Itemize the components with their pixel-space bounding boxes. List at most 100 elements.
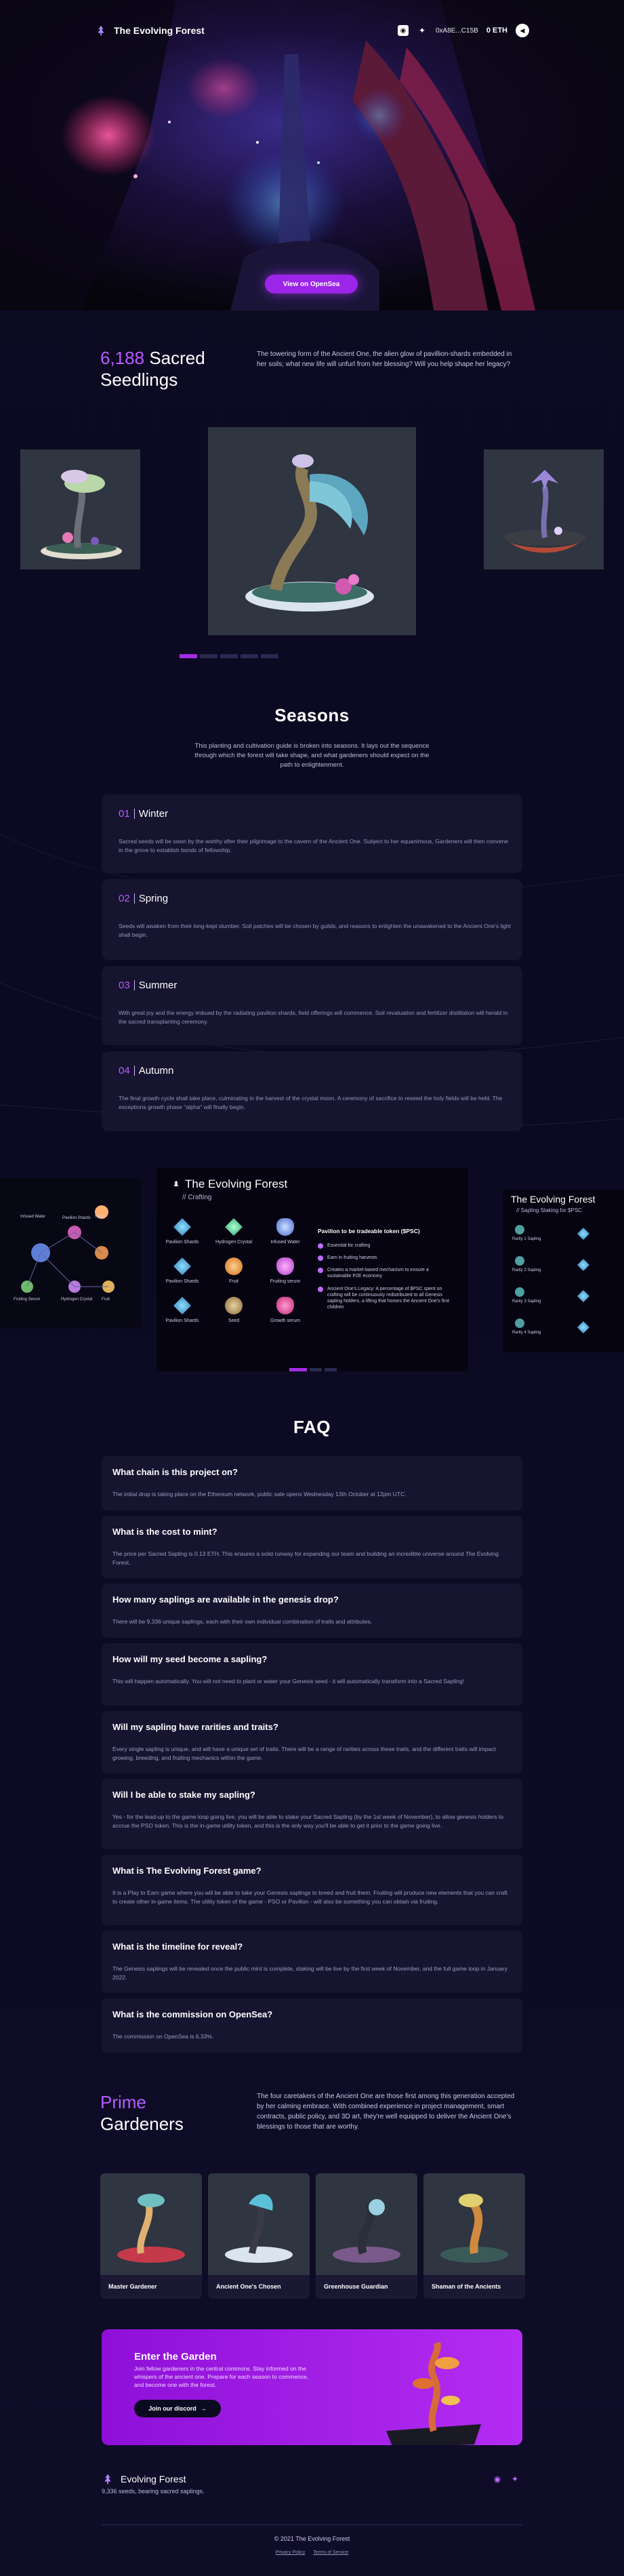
- carousel-dot[interactable]: [220, 654, 238, 658]
- season-text: Seeds will awaken from their long-kept s…: [119, 923, 512, 938]
- enter-title: Enter the Garden: [134, 2351, 217, 2362]
- ingredient: Hydrogen Crystal: [213, 1218, 254, 1245]
- gardener-card[interactable]: Greenhouse Guardian: [316, 2173, 417, 2299]
- staking-row: Rarity 4 Sapling: [512, 1319, 541, 1335]
- crafting-rules-title: Pavilion to be tradeable token ($PSC): [318, 1228, 420, 1234]
- hero: The Evolving Forest ◉ ✦ 0xA8E...C15B 0 E…: [0, 0, 624, 310]
- faq-question: What chain is this project on?: [112, 1467, 238, 1477]
- gardener-image: [316, 2173, 417, 2275]
- forest-logo-icon: [173, 1180, 179, 1186]
- gardener-image: [100, 2173, 202, 2275]
- crafting-left-label: Seed: [95, 1215, 105, 1219]
- faq-question: How many saplings are available in the g…: [112, 1594, 339, 1605]
- plant-illustration: [386, 2341, 481, 2445]
- season-number: 03: [119, 980, 130, 991]
- crafting-diagram: [21, 1205, 115, 1293]
- terms-of-service-link[interactable]: Terms of Service: [313, 2550, 348, 2555]
- seedlings-description: The towering form of the Ancient One, th…: [257, 350, 512, 368]
- gardener-name: Greenhouse Guardian: [324, 2283, 388, 2290]
- plant-art: [41, 470, 122, 559]
- faq-item[interactable]: How will my seed become a sapling? This w…: [102, 1643, 522, 1706]
- seasons-subtitle: This planting and cultivation guide is b…: [194, 742, 430, 769]
- gardener-image: [423, 2173, 525, 2275]
- crafting-slide-next[interactable]: The Evolving Forest // Sapling Staking f…: [503, 1190, 624, 1352]
- view-on-opensea-button[interactable]: View on OpenSea: [265, 275, 358, 294]
- faq-item[interactable]: Will I be able to stake my sapling? Yes -…: [102, 1779, 522, 1849]
- gardener-name: Master Gardener: [108, 2283, 157, 2290]
- forest-logo-icon: [98, 25, 104, 36]
- season-name: Winter: [138, 808, 169, 820]
- top-actions: ◉ ✦ 0xA8E...C15B 0 ETH ◀: [398, 24, 529, 37]
- seedling-image-center[interactable]: [208, 427, 416, 635]
- faq-item[interactable]: Will my sapling have rarities and traits…: [102, 1711, 522, 1773]
- audio-toggle-icon[interactable]: ◀: [516, 24, 529, 37]
- footer-tagline: 9,336 seeds, bearing sacred saplings.: [102, 2488, 205, 2495]
- seedlings-title-rest: Sacred: [149, 348, 205, 368]
- seedling-carousel-dots: [180, 654, 278, 658]
- privacy-policy-link[interactable]: Privacy Policy: [276, 2550, 306, 2555]
- crafting-left-label: Fruit: [102, 1297, 110, 1302]
- wallet-address[interactable]: 0xA8E...C15B: [436, 27, 478, 35]
- faq-answer: Every single sapling is unique, and will…: [112, 1746, 496, 1761]
- faq-item[interactable]: What is The Evolving Forest game? It is a…: [102, 1855, 522, 1925]
- discord-icon[interactable]: ◉: [398, 25, 409, 36]
- seedlings-title: 6,188 Sacred Seedlings: [100, 347, 205, 390]
- gardener-card[interactable]: Ancient One's Chosen: [208, 2173, 310, 2299]
- twitter-icon[interactable]: ✦: [509, 2474, 520, 2484]
- crafting-left-label: Infused Water: [20, 1215, 46, 1219]
- staking-row: Rarity 2 Sapling: [512, 1256, 541, 1272]
- crafting-left-label: Hydrogen Crystal: [61, 1297, 93, 1302]
- gardener-image: [208, 2173, 310, 2275]
- season-number: 04: [119, 1065, 130, 1076]
- carousel-dot[interactable]: [180, 654, 197, 658]
- seedling-image-right[interactable]: [484, 449, 604, 569]
- footer-links: Privacy Policy Terms of Service: [0, 2550, 624, 2555]
- faq-item[interactable]: How many saplings are available in the g…: [102, 1584, 522, 1638]
- ingredient: Growth serum: [265, 1297, 306, 1323]
- carousel-dot[interactable]: [200, 654, 217, 658]
- forest-logo-icon: [104, 2474, 111, 2484]
- carousel-dot[interactable]: [241, 654, 258, 658]
- plant-art: [504, 470, 585, 553]
- season-text: Sacred seeds will be sown by the worthy …: [119, 838, 509, 853]
- carousel-dot[interactable]: [325, 1368, 337, 1371]
- faq-item[interactable]: What chain is this project on? The initia…: [102, 1456, 522, 1510]
- season-card-winter: 01 Winter Sacred seeds will be sown by th…: [102, 794, 522, 873]
- ingredient: Infused Water: [265, 1218, 306, 1245]
- season-number: 02: [119, 893, 130, 904]
- plant-art: [245, 454, 374, 611]
- carousel-dot[interactable]: [261, 654, 278, 658]
- faq-question: How will my seed become a sapling?: [112, 1654, 268, 1664]
- crafting-slide-active[interactable]: The Evolving Forest // Crafting Pavilion…: [157, 1168, 468, 1371]
- faq-answer: The commission on OpenSea is 6.33%.: [112, 2033, 214, 2040]
- join-discord-button[interactable]: Join our discord →: [134, 2400, 221, 2417]
- faq-item[interactable]: What is the timeline for reveal? The Gene…: [102, 1931, 522, 1993]
- season-name: Spring: [138, 893, 169, 904]
- seedlings-count: 6,188: [100, 348, 145, 368]
- ingredient: Fruiting serum: [265, 1257, 306, 1284]
- brand[interactable]: The Evolving Forest: [95, 24, 205, 37]
- seedling-image-left[interactable]: [20, 449, 140, 569]
- carousel-dot[interactable]: [310, 1368, 322, 1371]
- season-name: Autumn: [138, 1065, 174, 1076]
- faq-item[interactable]: What is the commission on OpenSea? The co…: [102, 1998, 522, 2053]
- crafting-slide-prev[interactable]: Infused Water Pavilion Shards Seed Hydro…: [0, 1178, 141, 1327]
- gardener-card[interactable]: Master Gardener: [100, 2173, 202, 2299]
- twitter-icon[interactable]: ✦: [417, 25, 428, 36]
- crafting-carousel-dots: [289, 1368, 337, 1371]
- season-card-autumn: 04 Autumn The final growth cycle shall ta…: [102, 1051, 522, 1131]
- faq-question: What is The Evolving Forest game?: [112, 1866, 262, 1876]
- footer-brand[interactable]: Evolving Forest: [102, 2473, 186, 2485]
- faq-item[interactable]: What is the cost to mint? The price per S…: [102, 1516, 522, 1578]
- staking-row: Rarity 3 Sapling: [512, 1287, 541, 1304]
- gardener-card[interactable]: Shaman of the Ancients: [423, 2173, 525, 2299]
- discord-icon[interactable]: ◉: [492, 2474, 503, 2484]
- footer-social: ◉ ✦: [492, 2474, 520, 2484]
- carousel-dot[interactable]: [289, 1368, 307, 1371]
- pavilion-shard-icon: [577, 1259, 589, 1271]
- faq-question: What is the commission on OpenSea?: [112, 2009, 273, 2019]
- season-name: Summer: [138, 980, 178, 991]
- enter-garden-banner: Enter the Garden Join fellow gardeners i…: [102, 2329, 522, 2445]
- faq-answer: The price per Sacred Sapling is 0.13 ETH…: [112, 1550, 499, 1566]
- ingredient: Pavilion Shards: [162, 1257, 203, 1284]
